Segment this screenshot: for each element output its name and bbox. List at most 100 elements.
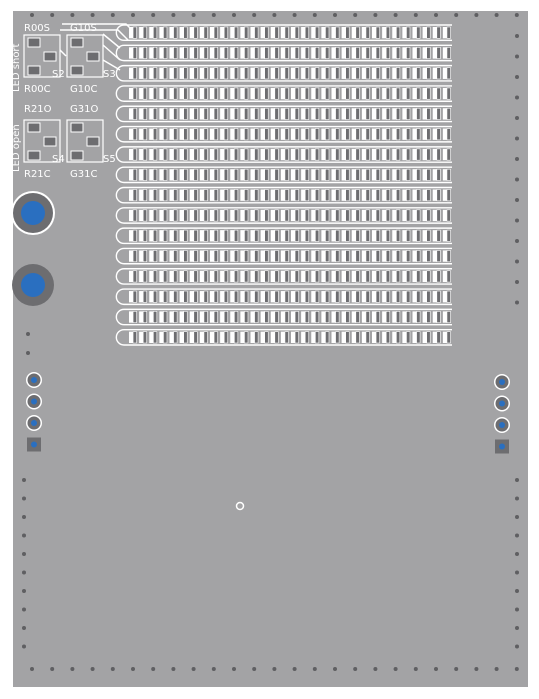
- led-pad: [365, 107, 370, 120]
- led-pad: [213, 290, 218, 303]
- led-pad: [385, 47, 391, 59]
- led-pad: [345, 189, 350, 202]
- led-pad: [304, 107, 310, 120]
- via: [292, 13, 297, 17]
- led-pad: [294, 311, 299, 323]
- led-pad: [264, 229, 269, 242]
- led-pad: [234, 229, 239, 242]
- led-pad: [173, 290, 178, 303]
- label-s4: S4: [52, 154, 65, 165]
- led-pad: [234, 67, 239, 80]
- led-pad: [193, 168, 198, 181]
- led-pad: [142, 67, 148, 80]
- header-drill: [31, 398, 37, 405]
- via: [22, 607, 26, 612]
- led-pad: [264, 26, 269, 39]
- led-pad: [365, 270, 370, 283]
- led-pad: [446, 148, 451, 161]
- led-pad: [284, 26, 289, 39]
- led-pad: [436, 47, 441, 59]
- led-pad: [264, 87, 269, 100]
- led-pad: [274, 67, 279, 80]
- led-pad: [264, 128, 269, 141]
- led-pad: [284, 107, 289, 120]
- led-pad: [325, 270, 330, 283]
- led-pad: [335, 128, 340, 141]
- led-pad: [244, 311, 249, 323]
- led-pad: [426, 87, 431, 100]
- led-pad: [142, 209, 148, 222]
- led-pad: [426, 189, 431, 202]
- via: [171, 13, 176, 17]
- led-pad: [406, 189, 411, 202]
- led-pad: [345, 168, 350, 181]
- led-pad: [315, 189, 320, 202]
- led-pad: [274, 148, 279, 161]
- led-pad: [406, 148, 411, 161]
- led-pad: [345, 250, 350, 263]
- led-pad: [183, 148, 188, 161]
- led-pad: [264, 290, 269, 303]
- led-pad: [223, 128, 229, 141]
- via: [22, 552, 26, 556]
- led-pad: [406, 47, 411, 59]
- led-pad: [335, 148, 340, 161]
- led-pad: [183, 87, 188, 100]
- led-pad: [223, 229, 229, 242]
- via: [515, 300, 519, 305]
- led-pad: [416, 26, 421, 39]
- led-pad: [426, 311, 431, 323]
- led-pad: [416, 311, 421, 323]
- led-pad: [203, 331, 208, 344]
- led-pad: [223, 148, 229, 161]
- led-pad: [406, 311, 411, 323]
- led-pad: [365, 229, 370, 242]
- led-pad: [132, 229, 137, 242]
- led-pad: [385, 148, 391, 161]
- via: [434, 13, 438, 17]
- led-pad: [183, 229, 188, 242]
- via: [252, 13, 257, 17]
- via: [70, 13, 75, 17]
- led-pad: [294, 290, 299, 303]
- led-pad: [284, 189, 289, 202]
- led-pad: [223, 209, 229, 222]
- led-pad: [244, 331, 249, 344]
- led-pad: [355, 250, 360, 263]
- via: [110, 13, 115, 17]
- label-led-open: LED open: [11, 124, 22, 172]
- led-pad: [385, 189, 391, 202]
- led-pad: [315, 250, 320, 263]
- led-pad: [396, 311, 401, 323]
- led-pad: [355, 87, 360, 100]
- via: [272, 13, 277, 17]
- led-pad: [163, 168, 168, 181]
- led-pad: [406, 87, 411, 100]
- via: [413, 13, 418, 17]
- led-pad: [183, 47, 188, 59]
- led-pad: [426, 26, 431, 39]
- led-pad: [436, 87, 441, 100]
- led-pad: [406, 26, 411, 39]
- led-pad: [264, 67, 269, 80]
- led-pad: [355, 209, 360, 222]
- header-drill: [499, 400, 505, 407]
- led-pad: [446, 107, 451, 120]
- led-pad: [203, 250, 208, 263]
- led-pad: [223, 107, 229, 120]
- via: [22, 496, 26, 501]
- via: [333, 13, 337, 17]
- led-pad: [385, 26, 391, 39]
- via: [131, 13, 135, 17]
- led-pad: [436, 67, 441, 80]
- led-pad: [203, 26, 208, 39]
- via: [454, 13, 459, 17]
- led-pad: [294, 229, 299, 242]
- led-pad: [254, 26, 259, 39]
- led-pad: [294, 148, 299, 161]
- led-pad: [335, 87, 340, 100]
- led-pad: [436, 189, 441, 202]
- led-pad: [315, 148, 320, 161]
- via: [30, 13, 34, 17]
- led-pad: [284, 87, 289, 100]
